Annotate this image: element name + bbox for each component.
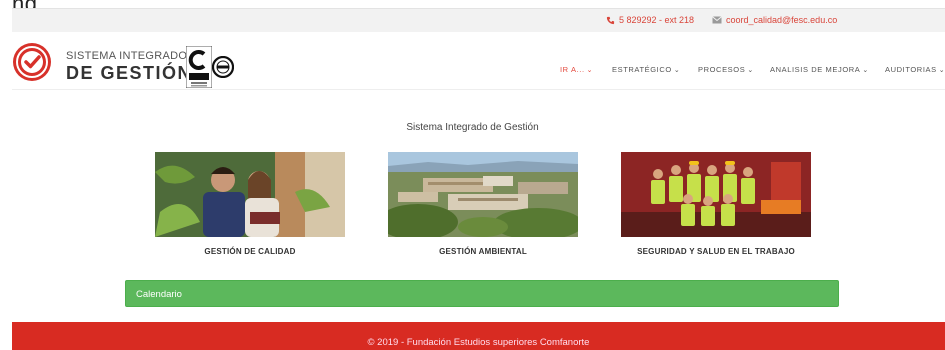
- calendar-panel-header[interactable]: Calendario: [125, 280, 839, 307]
- nav-auditorias[interactable]: AUDITORIAS ⌄: [885, 65, 945, 74]
- chevron-down-icon: ⌄: [673, 67, 681, 74]
- card-label[interactable]: GESTIÓN DE CALIDAD: [155, 247, 345, 256]
- icontec-certification-icon: [186, 46, 212, 88]
- nav-estrategico[interactable]: ESTRATÉGICO ⌄: [612, 65, 680, 74]
- brand-title-bottom: DE GESTIÓN: [66, 63, 193, 83]
- card-seguridad-salud[interactable]: SEGURIDAD Y SALUD EN EL TRABAJO: [621, 152, 811, 256]
- card-label[interactable]: SEGURIDAD Y SALUD EN EL TRABAJO: [621, 247, 811, 256]
- nav-ir-a[interactable]: IR A... ⌄: [560, 65, 593, 74]
- email-address: coord_calidad@fesc.edu.co: [726, 15, 838, 25]
- phone-number: 5 829292 - ext 218: [619, 15, 695, 25]
- campus-aerial-photo[interactable]: [388, 152, 578, 237]
- site-header: SISTEMA INTEGRADO DE GESTIÓN IR A... ⌄ ES…: [12, 32, 945, 90]
- card-gestion-ambiental[interactable]: GESTIÓN AMBIENTAL: [388, 152, 578, 256]
- phone-contact[interactable]: 5 829292 - ext 218: [606, 15, 694, 25]
- brand-title-top: SISTEMA INTEGRADO: [66, 50, 188, 62]
- copyright-text: © 2019 - Fundación Estudios superiores C…: [367, 337, 590, 348]
- page-title: Sistema Integrado de Gestión: [406, 122, 539, 133]
- email-contact[interactable]: coord_calidad@fesc.edu.co: [712, 15, 837, 25]
- nav-analisis-de-mejora[interactable]: ANALISIS DE MEJORA ⌄: [770, 65, 869, 74]
- contact-topbar: 5 829292 - ext 218 coord_calidad@fesc.ed…: [12, 8, 945, 32]
- chevron-down-icon: ⌄: [938, 67, 945, 74]
- safety-brigade-photo[interactable]: [621, 152, 811, 237]
- chevron-down-icon: ⌄: [747, 67, 754, 74]
- card-gestion-calidad[interactable]: GESTIÓN DE CALIDAD: [155, 152, 345, 256]
- phone-icon: [606, 16, 615, 24]
- card-label[interactable]: GESTIÓN AMBIENTAL: [388, 247, 578, 256]
- sig-logo-icon[interactable]: [12, 42, 52, 82]
- envelope-icon: [712, 16, 722, 24]
- chevron-down-icon: ⌄: [862, 67, 869, 74]
- nav-procesos[interactable]: PROCESOS ⌄: [698, 65, 754, 74]
- site-footer: © 2019 - Fundación Estudios superiores C…: [12, 322, 945, 350]
- chevron-down-icon: ⌄: [586, 67, 594, 74]
- students-photo[interactable]: [155, 152, 345, 237]
- iqnet-certification-icon: [212, 56, 234, 78]
- calendar-label: Calendario: [136, 289, 182, 300]
